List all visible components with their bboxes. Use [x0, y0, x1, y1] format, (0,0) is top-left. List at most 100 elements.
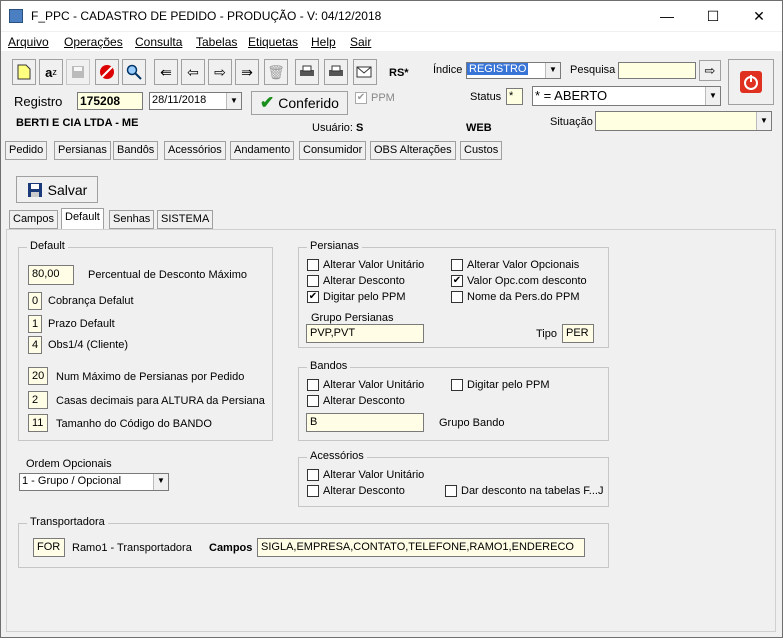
- status-code-input[interactable]: *: [506, 88, 523, 105]
- next-icon[interactable]: ⇨: [208, 59, 232, 85]
- chevron-down-icon: ▼: [705, 87, 720, 105]
- max-persianas-input[interactable]: 20: [28, 367, 48, 385]
- tab-consumidor[interactable]: Consumidor: [299, 141, 367, 160]
- search-icon[interactable]: [122, 59, 146, 85]
- app-icon: [9, 9, 23, 23]
- acess-dar-desconto-checkbox[interactable]: Dar desconto na tabelas F...J: [445, 485, 603, 497]
- close-button[interactable]: ✕: [736, 1, 782, 31]
- perc-desconto-input[interactable]: 80,00: [28, 265, 74, 285]
- tab-acessorios[interactable]: Acessórios: [164, 141, 226, 160]
- grupo-persianas-label: Grupo Persianas: [311, 312, 394, 324]
- first-icon[interactable]: ⇚: [154, 59, 178, 85]
- tamanho-codigo-input[interactable]: 11: [28, 414, 48, 432]
- usuario-label: Usuário:: [312, 122, 353, 134]
- obs-label: Obs1/4 (Cliente): [48, 339, 129, 351]
- subtab-campos[interactable]: Campos: [9, 210, 58, 229]
- tab-obs-alteracoes[interactable]: OBS Alterações: [370, 141, 456, 160]
- indice-select[interactable]: REGISTRO ▼: [466, 62, 561, 79]
- cobranca-label: Cobrança Defalut: [48, 295, 134, 307]
- bando-alterar-valor-checkbox[interactable]: Alterar Valor Unitário: [307, 379, 424, 391]
- web-label: WEB: [466, 122, 492, 134]
- menu-consulta[interactable]: Consulta: [135, 35, 182, 49]
- situacao-select[interactable]: ▼: [595, 111, 772, 131]
- obs-input[interactable]: 4: [28, 336, 42, 354]
- pers-alterar-valor-checkbox[interactable]: Alterar Valor Unitário: [307, 259, 424, 271]
- grupo-persianas-input[interactable]: PVP,PVT: [306, 324, 424, 343]
- save-disk-icon[interactable]: [66, 59, 90, 85]
- ppm-checkbox[interactable]: ✔ PPM: [355, 92, 395, 104]
- pesquisa-label: Pesquisa: [570, 64, 616, 76]
- bandos-group-title: Bandos: [307, 360, 351, 372]
- date-picker[interactable]: 28/11/2018 ▼: [149, 92, 242, 110]
- menu-sair[interactable]: Sair: [350, 35, 371, 49]
- status-select[interactable]: * = ABERTO ▼: [532, 86, 721, 106]
- minimize-button[interactable]: —: [644, 1, 690, 31]
- pers-alterar-opcionais-checkbox[interactable]: Alterar Valor Opcionais: [451, 259, 579, 271]
- trash-icon[interactable]: 🗑: [264, 59, 288, 85]
- acessorios-group: Acessórios: [298, 450, 609, 507]
- tab-bandos[interactable]: Bandôs: [113, 141, 159, 160]
- last-icon[interactable]: ⇛: [235, 59, 259, 85]
- tab-custos[interactable]: Custos: [460, 141, 503, 160]
- status-label: Status: [470, 91, 502, 103]
- bando-alterar-desconto-checkbox[interactable]: Alterar Desconto: [307, 395, 405, 407]
- grupo-bando-label: Grupo Bando: [439, 417, 505, 429]
- power-button[interactable]: [728, 59, 774, 105]
- grupo-bando-input[interactable]: B: [306, 413, 424, 432]
- casas-decimais-label: Casas decimais para ALTURA da Persiana: [56, 395, 265, 407]
- cobranca-input[interactable]: 0: [28, 292, 42, 310]
- print-icon[interactable]: [295, 59, 319, 85]
- transportadora-code-input[interactable]: FOR: [33, 538, 65, 557]
- main-window: F_PPC - CADASTRO DE PEDIDO - PRODUÇÃO - …: [0, 0, 783, 638]
- chevron-down-icon: ▼: [153, 474, 168, 490]
- menu-tabelas[interactable]: Tabelas: [196, 35, 237, 49]
- maximize-button[interactable]: ☐: [690, 1, 736, 31]
- cancel-icon[interactable]: [95, 59, 119, 85]
- menu-etiquetas[interactable]: Etiquetas: [248, 35, 298, 49]
- prev-icon[interactable]: ⇦: [181, 59, 205, 85]
- subtab-default[interactable]: Default: [61, 208, 104, 230]
- pers-nome-ppm-checkbox[interactable]: Nome da Pers.do PPM: [451, 291, 580, 303]
- conferido-button[interactable]: ✔ Conferido: [251, 91, 348, 115]
- ordem-label: Ordem Opcionais: [26, 458, 112, 470]
- campos-label: Campos: [209, 542, 253, 554]
- menu-arquivo[interactable]: Arquivo: [8, 35, 49, 49]
- rs-label: RS*: [389, 67, 409, 79]
- bando-digitar-ppm-checkbox[interactable]: Digitar pelo PPM: [451, 379, 550, 391]
- menu-operacoes[interactable]: Operações: [64, 35, 123, 49]
- registro-label: Registro: [14, 94, 63, 109]
- email-icon[interactable]: [353, 59, 377, 85]
- registro-input[interactable]: 175208: [77, 92, 143, 110]
- pesquisa-input[interactable]: [618, 62, 696, 79]
- prazo-input[interactable]: 1: [28, 315, 42, 333]
- campos-input[interactable]: SIGLA,EMPRESA,CONTATO,TELEFONE,RAMO1,END…: [257, 538, 585, 557]
- new-document-icon[interactable]: [12, 59, 36, 85]
- print-preview-icon[interactable]: [324, 59, 348, 85]
- pesquisa-go-icon[interactable]: ⇨: [699, 60, 721, 81]
- situacao-label: Situação: [550, 116, 593, 128]
- pers-alterar-desconto-checkbox[interactable]: Alterar Desconto: [307, 275, 405, 287]
- acess-alterar-valor-checkbox[interactable]: Alterar Valor Unitário: [307, 469, 424, 481]
- title-bar: F_PPC - CADASTRO DE PEDIDO - PRODUÇÃO - …: [1, 1, 782, 31]
- spellcheck-icon[interactable]: az: [39, 59, 63, 85]
- ordem-select[interactable]: 1 - Grupo / Opcional ▼: [19, 473, 169, 491]
- acess-alterar-desconto-checkbox[interactable]: Alterar Desconto: [307, 485, 405, 497]
- subtab-senhas[interactable]: Senhas: [109, 210, 155, 229]
- acessorios-group-title: Acessórios: [307, 450, 367, 462]
- chevron-down-icon: ▼: [545, 63, 560, 78]
- subtab-sistema[interactable]: SISTEMA: [157, 210, 214, 229]
- max-persianas-label: Num Máximo de Persianas por Pedido: [56, 371, 245, 383]
- tab-andamento[interactable]: Andamento: [230, 141, 295, 160]
- menu-help[interactable]: Help: [311, 35, 336, 49]
- menu-bar: Arquivo Operações Consulta Tabelas Etiqu…: [1, 32, 782, 51]
- salvar-button[interactable]: Salvar: [16, 176, 98, 203]
- window-title: F_PPC - CADASTRO DE PEDIDO - PRODUÇÃO - …: [31, 9, 382, 23]
- tipo-input[interactable]: PER: [562, 324, 594, 343]
- tab-pedido[interactable]: Pedido: [5, 141, 48, 160]
- casas-decimais-input[interactable]: 2: [28, 391, 48, 409]
- tab-persianas[interactable]: Persianas: [54, 141, 111, 160]
- pers-digitar-ppm-checkbox[interactable]: ✔ Digitar pelo PPM: [307, 291, 406, 303]
- check-icon: ✔: [260, 93, 275, 112]
- pers-opc-desconto-checkbox[interactable]: ✔ Valor Opc.com desconto: [451, 275, 587, 287]
- perc-desconto-label: Percentual de Desconto Máximo: [88, 269, 247, 281]
